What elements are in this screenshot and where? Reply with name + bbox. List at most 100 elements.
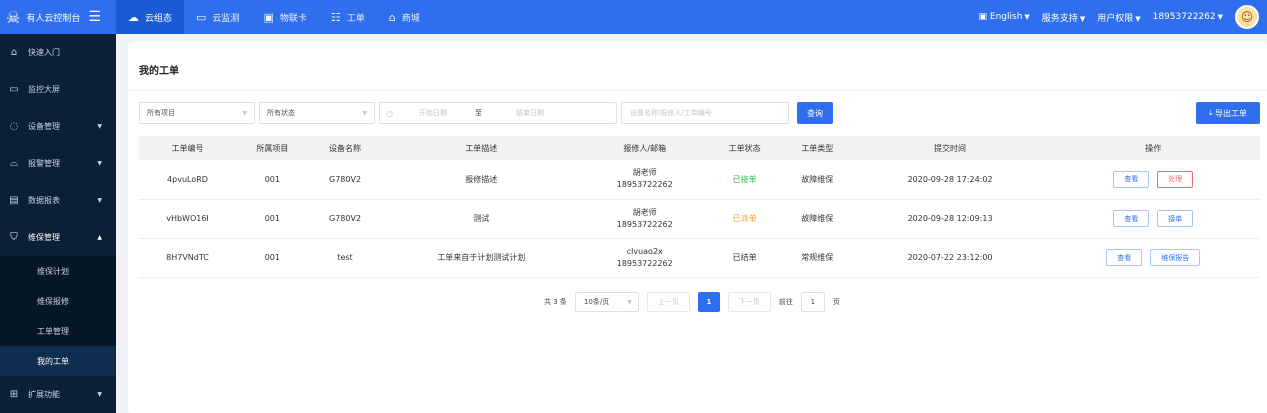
keyword-input[interactable]: 设备名称/报修人/工单编号 — [621, 102, 789, 124]
avatar[interactable]: ☺ — [1235, 5, 1259, 29]
end-date-input[interactable]: 结束日期 — [516, 108, 544, 118]
reporter-name: 胡老师 — [632, 168, 657, 178]
chevron-down-icon: ▼ — [362, 109, 367, 117]
chevron-down-icon: ▼ — [97, 123, 102, 130]
cell-reporter: 胡老师 18953722262 — [581, 160, 709, 200]
start-date-input[interactable]: 开始日期 — [419, 108, 447, 118]
keyword-placeholder: 设备名称/报修人/工单编号 — [630, 109, 712, 117]
user-menu[interactable]: 18953722262 ▼ — [1153, 12, 1223, 22]
chevron-down-icon: ▼ — [627, 298, 632, 306]
page-size-select[interactable]: 10条/页 ▼ — [574, 292, 639, 312]
page-size-value: 10条/页 — [583, 298, 610, 306]
sidebar-sub-my-tickets[interactable]: 我的工单 — [0, 346, 116, 376]
sidebar-item-label: 快速入门 — [28, 48, 60, 57]
sidebar: ⌂ 快速入门 ▭ 监控大屏 ◌ 设备管理 ▼ ⌓ 报警管理 ▼ ▤ 数据报表 ▼ ⛉ 维保管理 ▲ … — [0, 34, 116, 413]
top-right: ▣ English ▼ 服务支持 ▼ 用户权限 ▼ 18953722262 ▼ ☺ — [979, 5, 1267, 29]
device-icon: ◌ — [9, 121, 19, 132]
date-range-picker[interactable]: ◷ 开始日期 至 结束日期 — [379, 102, 617, 124]
bell-icon: ⌓ — [10, 158, 18, 169]
status-select-value: 所有状态 — [267, 109, 295, 117]
chevron-down-icon: ▼ — [1217, 13, 1223, 21]
cell-id: vHbWO16I — [139, 199, 237, 239]
cell-desc: 工单来自于计划测试计划 — [381, 238, 582, 278]
sidebar-item-alarm[interactable]: ⌓ 报警管理 ▼ — [0, 145, 116, 182]
grid-icon: ⊞ — [9, 389, 19, 400]
cell-project: 001 — [236, 199, 309, 239]
goto-label: 前往 — [778, 298, 793, 306]
accept-button[interactable]: 接单 — [1157, 210, 1194, 227]
sidebar-item-maintenance[interactable]: ⛉ 维保管理 ▲ — [0, 219, 116, 256]
nav-item-ticket[interactable]: ☷ 工单 — [319, 0, 377, 34]
chevron-down-icon: ▼ — [97, 160, 102, 167]
sidebar-item-quickstart[interactable]: ⌂ 快速入门 — [0, 34, 116, 71]
sidebar-item-label: 维保管理 — [28, 233, 60, 242]
search-button[interactable]: 查询 — [797, 102, 833, 124]
column-header: 所属项目 — [236, 136, 309, 160]
export-label: 导出工单 — [1215, 108, 1248, 118]
cell-reporter: 胡老师 18953722262 — [581, 199, 709, 239]
reporter-phone: 18953722262 — [616, 219, 673, 229]
user-label: 18953722262 — [1152, 12, 1216, 22]
column-header: 工单编号 — [139, 136, 237, 160]
support-menu[interactable]: 服务支持 ▼ — [1042, 11, 1085, 24]
nav-item-shop[interactable]: ⌂ 商城 — [377, 0, 432, 34]
cell-reporter: clvuao2x 18953722262 — [581, 238, 709, 278]
cell-type: 常规维保 — [780, 238, 854, 278]
goto-page-input[interactable]: 1 — [800, 292, 825, 312]
language-icon: ▣ — [978, 12, 988, 22]
nav-item-iot-card[interactable]: ▣ 物联卡 — [251, 0, 318, 34]
sidebar-item-monitor-screen[interactable]: ▭ 监控大屏 — [0, 71, 116, 108]
page-unit-label: 页 — [832, 298, 840, 306]
status-select[interactable]: 所有状态 ▼ — [259, 102, 375, 124]
chevron-down-icon: ▼ — [1024, 13, 1030, 21]
sidebar-item-report[interactable]: ▤ 数据报表 ▼ — [0, 182, 116, 219]
main-content: 我的工单 所有项目 ▼ 所有状态 ▼ ◷ 开始日期 至 结束日期 设备名称/报修人/… — [116, 34, 1267, 413]
project-select[interactable]: 所有项目 ▼ — [139, 102, 255, 124]
reporter-name: clvuao2x — [626, 246, 663, 256]
next-page-button[interactable]: 下一页 — [727, 292, 771, 312]
person-logo-icon: ☠ — [6, 7, 21, 27]
view-button[interactable]: 查看 — [1113, 170, 1150, 188]
handle-button[interactable]: 处理 — [1157, 170, 1194, 188]
nav-label: 云组态 — [145, 13, 173, 24]
view-button[interactable]: 查看 — [1113, 210, 1150, 227]
column-header: 工单类型 — [780, 136, 854, 160]
cell-time: 2020-09-28 12:09:13 — [853, 199, 1047, 239]
nav-item-cloud-config[interactable]: ☁ 云组态 — [116, 0, 185, 34]
sidebar-item-extensions[interactable]: ⊞ 扩展功能 ▼ — [0, 376, 116, 413]
nav-label: 工单 — [346, 13, 365, 24]
chevron-down-icon: ▼ — [97, 391, 102, 398]
language-select[interactable]: ▣ English ▼ — [979, 12, 1030, 22]
reporter-name: 胡老师 — [632, 207, 657, 217]
ticket-table: 工单编号 所属项目 设备名称 工单描述 报修人/邮箱 工单状态 工单类型 提交时… — [139, 136, 1260, 278]
cell-time: 2020-07-22 23:12:00 — [853, 238, 1047, 278]
cell-type: 故障维保 — [780, 199, 854, 239]
filter-bar: 所有项目 ▼ 所有状态 ▼ ◷ 开始日期 至 结束日期 设备名称/报修人/工单编号 … — [139, 102, 833, 124]
sidebar-sub-plan[interactable]: 维保计划 — [0, 256, 116, 286]
sidebar-sub-ticket-manage[interactable]: 工单管理 — [0, 316, 116, 346]
cell-time: 2020-09-28 17:24:02 — [853, 160, 1047, 200]
status-badge: 已派单 — [708, 199, 781, 239]
sidebar-item-label: 数据报表 — [28, 196, 60, 205]
prev-page-button[interactable]: 上一页 — [646, 292, 690, 312]
cell-desc: 测试 — [381, 199, 582, 239]
ticket-icon: ☷ — [330, 10, 341, 24]
cell-id: 4pvuLoRD — [139, 160, 237, 200]
maintenance-report-button[interactable]: 维保报告 — [1150, 249, 1201, 266]
screen-icon: ▭ — [9, 84, 19, 95]
view-button[interactable]: 查看 — [1106, 249, 1143, 266]
total-count: 共 3 条 — [544, 298, 567, 306]
sidebar-item-device[interactable]: ◌ 设备管理 ▼ — [0, 108, 116, 145]
sidebar-item-label: 报警管理 — [28, 159, 60, 168]
nav-item-cloud-monitor[interactable]: ▭ 云监测 — [184, 0, 251, 34]
export-button[interactable]: ⤓ 导出工单 — [1196, 102, 1260, 124]
permissions-label: 用户权限 — [1097, 13, 1134, 24]
hamburger-icon[interactable]: ☰ — [88, 9, 101, 25]
permissions-menu[interactable]: 用户权限 ▼ — [1097, 11, 1140, 24]
sidebar-sub-repair[interactable]: 维保报修 — [0, 286, 116, 316]
card-icon: ▣ — [263, 10, 274, 24]
status-badge: 已结单 — [708, 238, 781, 278]
divider — [128, 90, 1267, 91]
current-page-button[interactable]: 1 — [697, 292, 720, 312]
project-select-value: 所有项目 — [147, 109, 175, 117]
